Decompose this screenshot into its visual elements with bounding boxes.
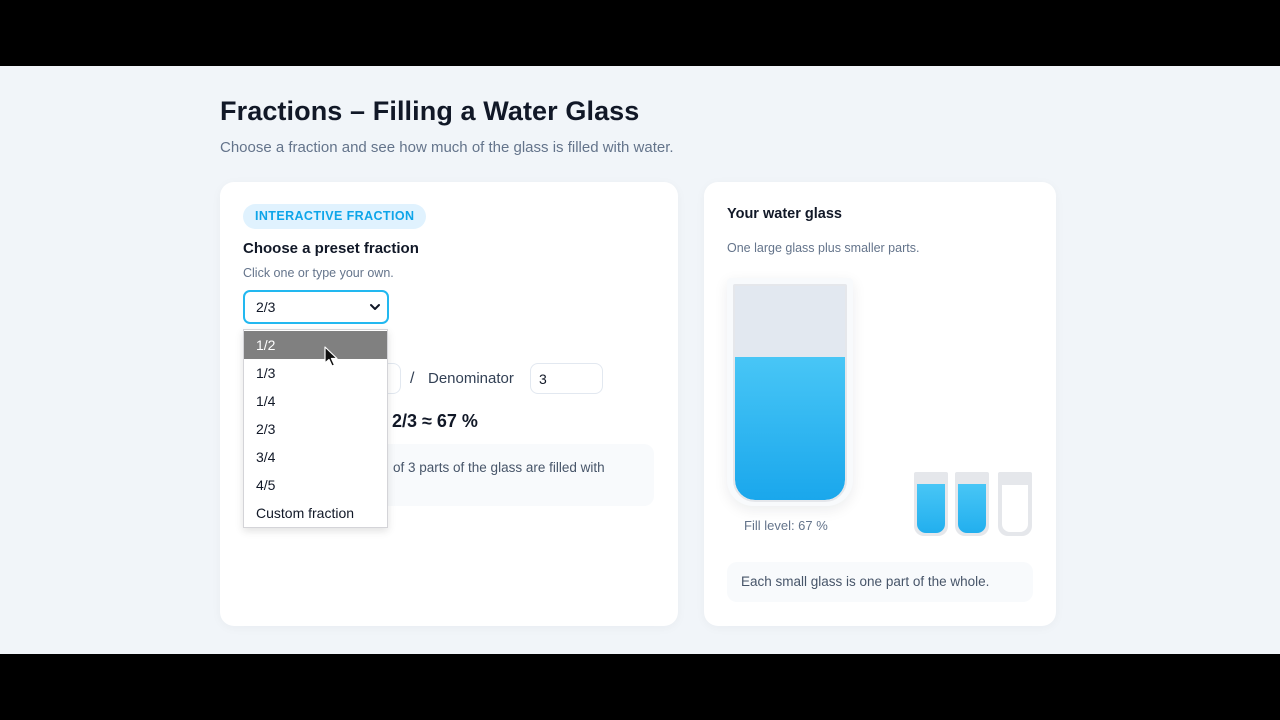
preset-section-title: Choose a preset fraction [243, 240, 419, 257]
dropdown-option[interactable]: 3/4 [244, 443, 387, 471]
letterbox-bottom [0, 654, 1280, 720]
mouse-pointer-icon [324, 346, 338, 367]
small-glass-empty [998, 472, 1032, 536]
glass-card-title: Your water glass [727, 206, 842, 222]
interactive-badge: INTERACTIVE FRACTION [243, 204, 427, 229]
small-glass-water [958, 484, 986, 533]
fraction-result: 2/3 ≈ 67 % [392, 411, 478, 431]
glass-footer: Each small glass is one part of the whol… [727, 562, 1033, 602]
dropdown-option[interactable]: Custom fraction [244, 499, 387, 527]
dropdown-option[interactable]: 1/4 [244, 387, 387, 415]
select-value: 2/3 [256, 299, 276, 315]
glass-card-subtitle: One large glass plus smaller parts. [727, 241, 920, 255]
small-glass-filled [914, 472, 948, 536]
explanation-text: of 3 parts of the glass are filled with [393, 460, 605, 475]
small-glass-filled [955, 472, 989, 536]
fraction-slash: / [410, 370, 415, 387]
dropdown-option[interactable]: 1/3 [244, 359, 387, 387]
preset-fraction-select[interactable]: 2/3 [243, 290, 389, 324]
chevron-down-icon [370, 304, 380, 310]
preset-section-hint: Click one or type your own. [243, 266, 394, 280]
explanation-box: of 3 parts of the glass are filled with [370, 444, 654, 506]
dropdown-option[interactable]: 1/2 [244, 331, 387, 359]
small-glass-water [917, 484, 945, 533]
page-subtitle: Choose a fraction and see how much of th… [220, 139, 674, 156]
dropdown-option[interactable]: 4/5 [244, 471, 387, 499]
fill-level-label: Fill level: 67 % [744, 518, 828, 533]
preset-fraction-dropdown: 1/2 1/3 1/4 2/3 3/4 4/5 Custom fraction [243, 329, 388, 528]
big-glass [733, 284, 847, 502]
page-title: Fractions – Filling a Water Glass [220, 96, 640, 126]
dropdown-option[interactable]: 2/3 [244, 415, 387, 443]
denominator-label: Denominator [428, 370, 514, 387]
glass-footer-text: Each small glass is one part of the whol… [741, 574, 990, 589]
big-glass-water [735, 357, 845, 500]
denominator-input[interactable] [530, 363, 603, 394]
water-glass-card: Your water glass One large glass plus sm… [704, 182, 1056, 626]
page: Fractions – Filling a Water Glass Choose… [0, 66, 1280, 654]
small-glass-water [1001, 484, 1029, 533]
letterbox-top [0, 0, 1280, 66]
